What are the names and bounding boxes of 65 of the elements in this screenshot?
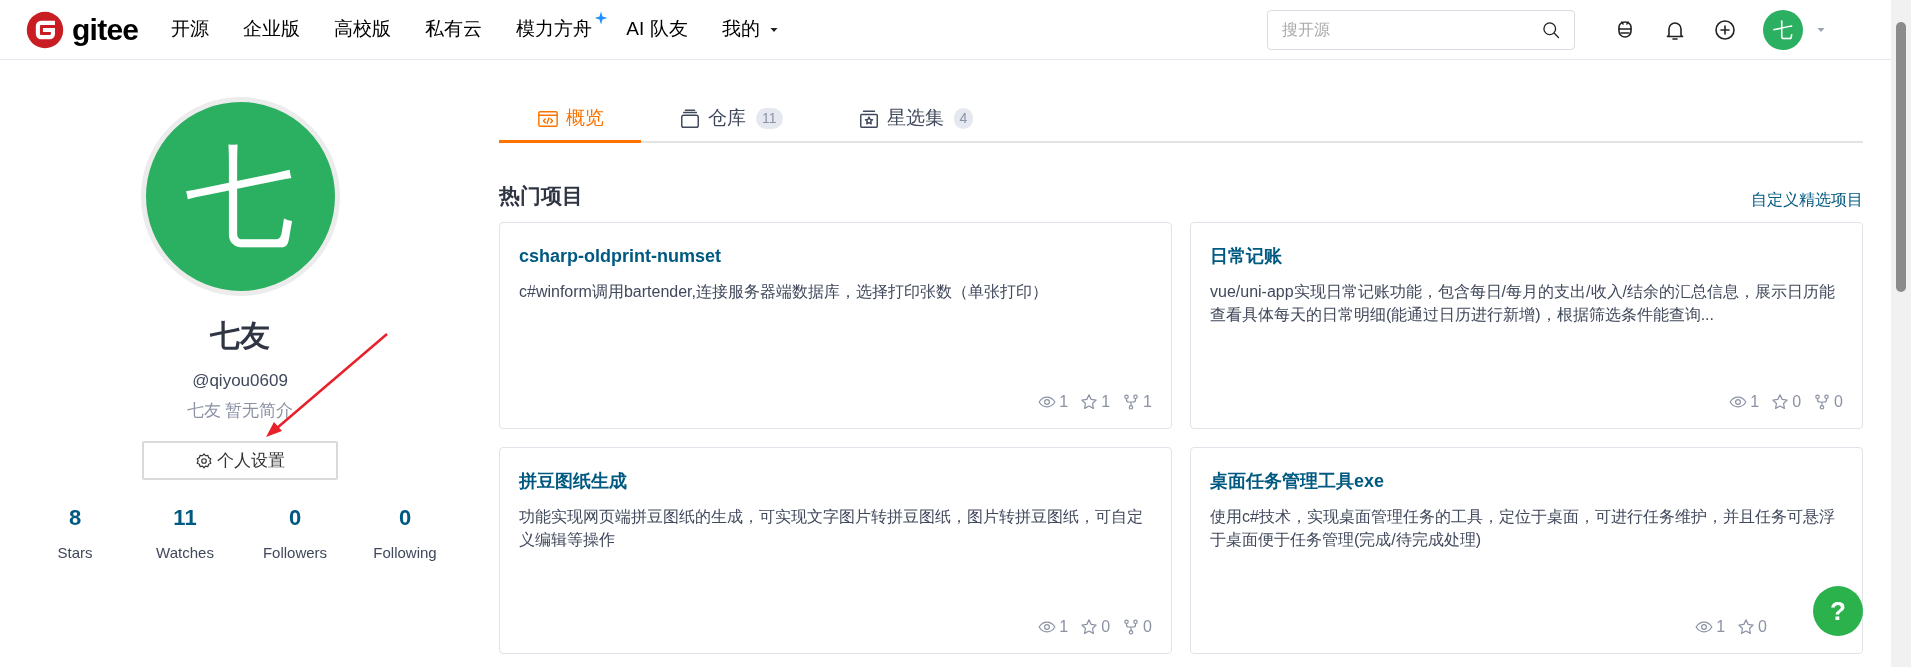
star-count: 1 (1101, 391, 1111, 412)
logo-text[interactable]: gitee (72, 7, 139, 52)
view-count: 1 (1750, 391, 1760, 412)
section-title: 热门项目 (499, 183, 583, 209)
fork-count: 0 (1143, 616, 1152, 637)
star-icon (1771, 392, 1790, 411)
star-icon (1737, 617, 1756, 636)
project-description: 功能实现网页端拼豆图纸的生成，可实现文字图片转拼豆图纸，图片转拼豆图纸，可自定义编辑等操作 (519, 506, 1144, 550)
logo-icon (26, 10, 64, 49)
fork-count: 0 (1834, 391, 1843, 412)
project-description: c#winform调用bartender,连接服务器端数据库，选择打印张数（单张打印） (519, 281, 1049, 302)
stat-count[interactable]: 11 (173, 501, 197, 534)
search-field[interactable]: 搜开源 (1267, 9, 1575, 50)
view-count: 1 (1059, 391, 1069, 412)
nav-link[interactable]: 企业版 (231, 15, 313, 44)
add-icon[interactable] (1713, 17, 1737, 42)
nav-link[interactable]: AI 队友 (614, 15, 700, 44)
sparkle-icon (594, 11, 609, 26)
nav-menu[interactable]: 我的 (709, 15, 792, 44)
repos-icon (678, 107, 702, 130)
project-name[interactable]: csharp-oldprint-numset (519, 242, 721, 270)
fork-icon (1122, 392, 1141, 411)
stat-count[interactable]: 0 (398, 501, 412, 534)
star-icon (1080, 392, 1099, 411)
stat-label: Stars (57, 543, 93, 563)
fork-icon (1122, 617, 1141, 636)
nav-link[interactable]: 高校版 (322, 15, 404, 44)
stat-count[interactable]: 8 (68, 501, 82, 534)
fork-count: 1 (1143, 391, 1152, 412)
project-name[interactable]: 日常记账 (1210, 242, 1282, 270)
stat-label: Following (373, 543, 437, 563)
gear-icon (195, 451, 213, 470)
nav-link[interactable]: 开源 (159, 15, 222, 44)
project-description: vue/uni-app实现日常记账功能，包含每日/每月的支出/收入/结余的汇总信息，展示日历能查看具体每天的日常明细(能通过日历进行新增)，根据筛选条件能查询... (1210, 281, 1836, 325)
settings-button[interactable]: 个人设置 (142, 441, 338, 480)
scrollbar[interactable] (1891, 0, 1911, 667)
project-card[interactable]: csharp-oldprint-numset c#winform调用bartender,连接服务器端数据库，选择打印张数（单张打印） 1 1 1 (499, 221, 1172, 429)
project-name[interactable]: 桌面任务管理工具exe (1210, 467, 1385, 495)
nav-link[interactable]: 模力方舟 (504, 15, 605, 44)
nav-link[interactable]: 私有云 (413, 15, 495, 44)
project-card[interactable]: 日常记账 vue/uni-app实现日常记账功能，包含每日/每月的支出/收入/结余的汇总信息，展示日历能查看具体每天的日常明细(能通过日历进行新增)，根据筛选条件能查询... 1 0 0 (1190, 221, 1863, 429)
search-icon[interactable] (1541, 19, 1561, 40)
profile-name: 七友 (210, 318, 270, 354)
view-count: 1 (1716, 616, 1726, 637)
fork-icon (1813, 392, 1832, 411)
star-count: 0 (1758, 616, 1767, 637)
project-card[interactable]: 拼豆图纸生成 功能实现网页端拼豆图纸的生成，可实现文字图片转拼豆图纸，图片转拼豆图纸，可自定义编辑等操作 1 0 0 (499, 446, 1172, 654)
stat-label: Followers (262, 543, 328, 563)
project-description: 使用c#技术，实现桌面管理任务的工具，定位于桌面，可进行任务维护，并且任务可悬浮于桌面便于任务管理(完成/待完成处理) (1210, 506, 1836, 550)
star-count: 0 (1101, 616, 1111, 637)
username: @qiyou0609 (192, 370, 288, 392)
project-name[interactable]: 拼豆图纸生成 (519, 467, 627, 495)
stat-count[interactable]: 0 (288, 501, 302, 534)
view-count: 1 (1059, 616, 1069, 637)
scrollbar-thumb[interactable] (1896, 22, 1906, 292)
count-badge: 4 (953, 108, 974, 129)
count-badge: 11 (756, 108, 783, 129)
star-icon (1080, 617, 1099, 636)
profile-bio: 七友 暂无简介 (186, 399, 294, 422)
star-count: 0 (1792, 391, 1802, 412)
profile-avatar: 七 (140, 97, 340, 296)
tab[interactable]: 星选集 4 (819, 97, 1011, 143)
customize-link[interactable]: 自定义精选项目 (1751, 187, 1863, 212)
stat-label: Watches (156, 543, 214, 563)
tab[interactable]: 仓库 11 (641, 97, 820, 143)
